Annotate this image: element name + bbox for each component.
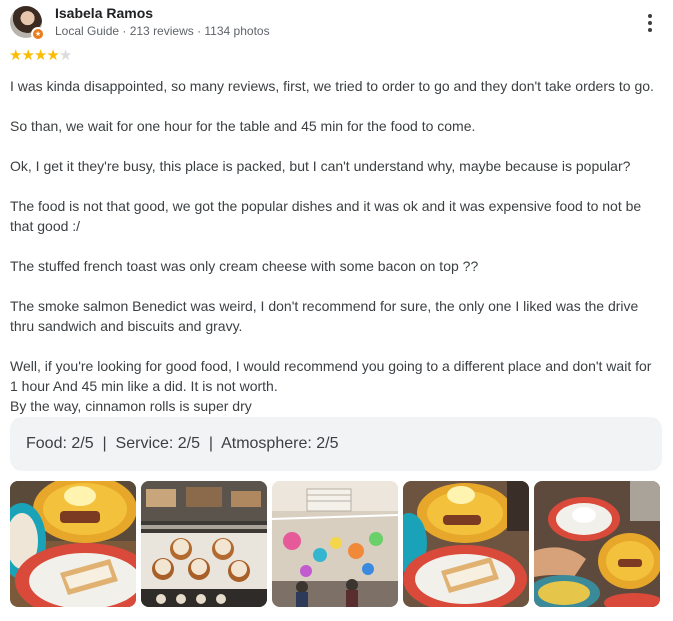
reviewer-info: Isabela Ramos Local Guide · 213 reviews …: [55, 5, 270, 39]
star-filled-icon: ★: [46, 47, 59, 64]
food-photo-image: [534, 481, 660, 607]
review-photo-2[interactable]: [141, 481, 267, 607]
review-body: I was kinda disappointed, so many review…: [10, 76, 660, 416]
review-paragraph: By the way, cinnamon rolls is super dry: [10, 398, 252, 414]
food-photo-image: [10, 481, 136, 607]
reviewer-meta: Local Guide · 213 reviews · 1134 photos: [55, 24, 270, 38]
review-paragraph: The smoke salmon Benedict was weird, I d…: [10, 298, 639, 334]
photo-strip: [10, 481, 660, 607]
review-photo-1[interactable]: [10, 481, 136, 607]
review-paragraph: Ok, I get it they're busy, this place is…: [10, 158, 631, 174]
review-photo-3[interactable]: [272, 481, 398, 607]
food-photo-image: [403, 481, 529, 607]
review-paragraph: I was kinda disappointed, so many review…: [10, 78, 654, 94]
star-filled-icon: ★: [33, 47, 47, 64]
star-filled-icon: ★: [21, 47, 34, 64]
review-photo-4[interactable]: [403, 481, 529, 607]
cinnamon-rolls-image: [141, 481, 267, 607]
restaurant-interior-image: [272, 481, 398, 607]
reviewer-header: ★ Isabela Ramos Local Guide · 213 review…: [10, 5, 270, 41]
review-paragraph: The stuffed french toast was only cream …: [10, 258, 479, 274]
more-options-icon[interactable]: [640, 10, 660, 36]
avatar[interactable]: ★: [10, 6, 45, 41]
review-card: ★ Isabela Ramos Local Guide · 213 review…: [0, 0, 673, 621]
review-paragraph: So than, we wait for one hour for the ta…: [10, 118, 476, 134]
ratings-summary-text: Food: 2/5 | Service: 2/5 | Atmosphere: 2…: [26, 435, 339, 452]
star-empty-icon: ★: [58, 47, 72, 64]
local-guide-badge-icon: ★: [31, 27, 45, 41]
star-rating: ★ ★ ★ ★ ★: [9, 47, 72, 64]
star-filled-icon: ★: [9, 47, 22, 64]
review-photo-5[interactable]: [534, 481, 660, 607]
reviewer-name[interactable]: Isabela Ramos: [55, 5, 270, 22]
ratings-summary: Food: 2/5 | Service: 2/5 | Atmosphere: 2…: [10, 417, 662, 471]
review-paragraph: The food is not that good, we got the po…: [10, 198, 642, 234]
review-paragraph: Well, if you're looking for good food, I…: [10, 358, 652, 394]
